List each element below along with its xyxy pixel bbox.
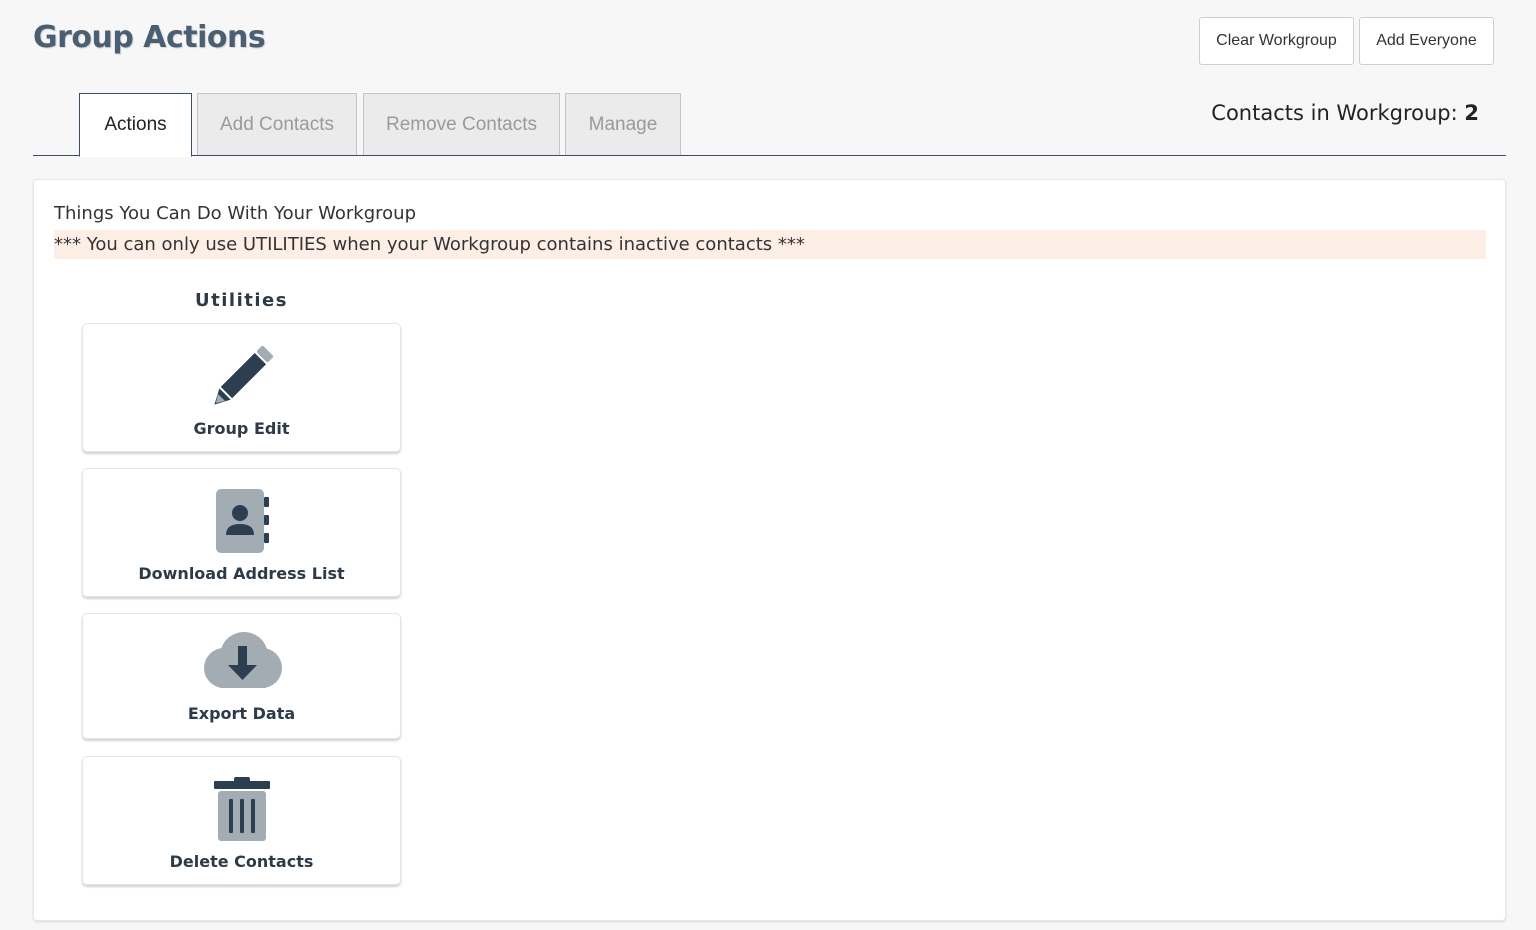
actions-panel: Things You Can Do With Your Workgroup **…: [33, 179, 1506, 921]
tab-add-contacts[interactable]: Add Contacts: [197, 93, 357, 155]
export-data-card[interactable]: Export Data: [82, 613, 401, 739]
group-edit-card[interactable]: Group Edit: [82, 323, 401, 452]
workgroup-contacts-count: Contacts in Workgroup: 2: [1211, 101, 1479, 125]
clear-workgroup-button[interactable]: Clear Workgroup: [1199, 17, 1354, 65]
tab-actions[interactable]: Actions: [79, 93, 192, 157]
workgroup-count-value: 2: [1464, 101, 1479, 125]
export-data-label: Export Data: [187, 704, 296, 723]
group-edit-label: Group Edit: [193, 419, 290, 438]
tabs-divider: [33, 155, 1506, 156]
download-address-list-card[interactable]: Download Address List: [82, 468, 401, 597]
tab-remove-contacts[interactable]: Remove Contacts: [363, 93, 560, 155]
delete-contacts-label: Delete Contacts: [169, 852, 314, 871]
download-address-list-label: Download Address List: [138, 564, 345, 583]
trash-icon: [213, 777, 270, 841]
page-title: Group Actions: [33, 20, 266, 55]
add-everyone-button[interactable]: Add Everyone: [1359, 17, 1494, 65]
panel-heading: Things You Can Do With Your Workgroup: [54, 203, 417, 224]
workgroup-count-label: Contacts in Workgroup:: [1211, 101, 1458, 125]
tab-manage[interactable]: Manage: [565, 93, 681, 155]
group-actions-page: Group Actions Clear Workgroup Add Everyo…: [0, 0, 1536, 930]
utilities-warning: *** You can only use UTILITIES when your…: [54, 230, 1486, 259]
pencil-icon: [213, 346, 273, 405]
delete-contacts-card[interactable]: Delete Contacts: [82, 756, 401, 885]
address-book-icon: [215, 489, 269, 553]
utilities-section-title: Utilities: [195, 290, 288, 311]
cloud-download-icon: [203, 632, 282, 688]
